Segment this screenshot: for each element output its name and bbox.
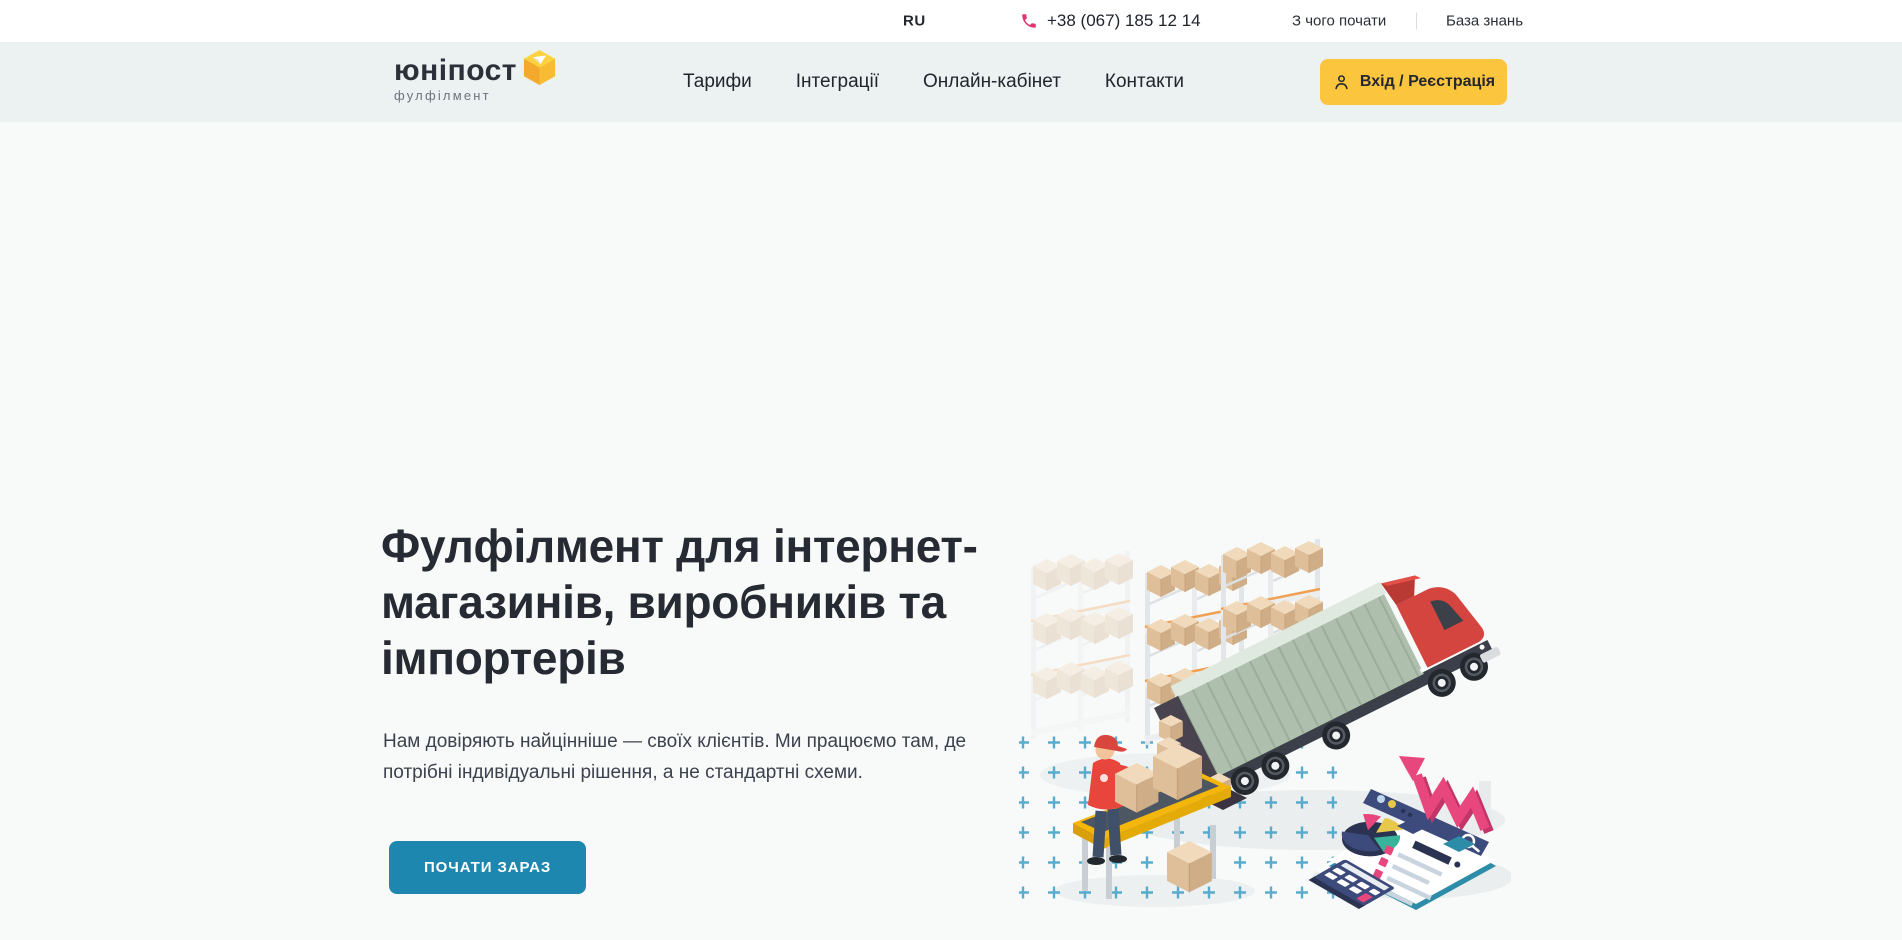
hero-illustration	[1015, 525, 1511, 915]
nav-item-tariffs[interactable]: Тарифи	[683, 71, 752, 93]
nav-item-integrations[interactable]: Інтеграції	[796, 71, 879, 93]
topbar: RU +38 (067) 185 12 14 З чого почати Баз…	[0, 0, 1902, 42]
main-nav: Тарифи Інтеграції Онлайн-кабінет Контакт…	[683, 42, 1184, 122]
topbar-divider	[1416, 13, 1417, 30]
phone-number: +38 (067) 185 12 14	[1047, 11, 1201, 31]
user-icon	[1332, 73, 1351, 92]
topbar-link-knowledge-base[interactable]: База знань	[1446, 13, 1523, 30]
nav-item-online-cabinet[interactable]: Онлайн-кабінет	[923, 71, 1061, 93]
site-header: юніпост фулфілмент Тарифи Інтеграції Онл…	[0, 42, 1902, 122]
nav-item-contacts[interactable]: Контакти	[1105, 71, 1184, 93]
cube-icon	[522, 48, 557, 85]
hero-description: Нам довіряють найцінніше — своїх клієнті…	[383, 726, 983, 788]
hero-section: Фулфілмент для інтернет- магазинів, виро…	[0, 122, 1902, 940]
phone-link[interactable]: +38 (067) 185 12 14	[1020, 11, 1201, 31]
logo-title: юніпост	[394, 55, 517, 87]
logo-subtitle: фулфілмент	[394, 88, 517, 103]
phone-icon	[1020, 12, 1038, 30]
topbar-link-getting-started[interactable]: З чого почати	[1292, 13, 1386, 30]
hero-title: Фулфілмент для інтернет- магазинів, виро…	[381, 518, 978, 686]
start-now-button[interactable]: ПОЧАТИ ЗАРАЗ	[389, 841, 586, 894]
login-register-label: Вхід / Реєстрація	[1360, 73, 1495, 91]
login-register-button[interactable]: Вхід / Реєстрація	[1320, 59, 1507, 105]
logo[interactable]: юніпост фулфілмент	[394, 55, 517, 103]
language-switcher[interactable]: RU	[903, 13, 926, 30]
